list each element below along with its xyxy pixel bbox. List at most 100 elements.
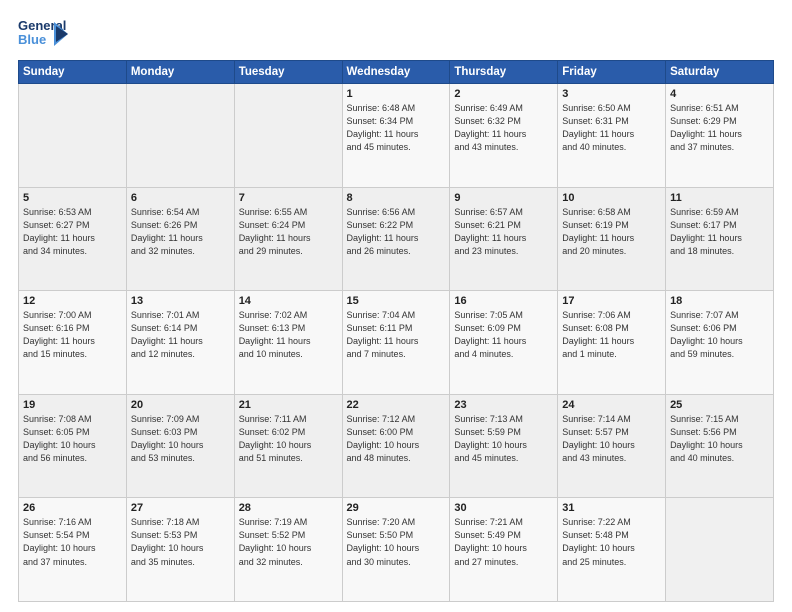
- day-detail: Sunrise: 7:09 AMSunset: 6:03 PMDaylight:…: [131, 413, 230, 465]
- day-number: 8: [347, 192, 446, 204]
- day-detail: Sunrise: 7:19 AMSunset: 5:52 PMDaylight:…: [239, 516, 338, 568]
- calendar-week-4: 19Sunrise: 7:08 AMSunset: 6:05 PMDayligh…: [19, 394, 774, 498]
- day-number: 12: [23, 295, 122, 307]
- calendar-cell: 27Sunrise: 7:18 AMSunset: 5:53 PMDayligh…: [126, 498, 234, 602]
- col-header-monday: Monday: [126, 61, 234, 84]
- day-detail: Sunrise: 6:49 AMSunset: 6:32 PMDaylight:…: [454, 102, 553, 154]
- svg-text:Blue: Blue: [18, 32, 46, 47]
- day-detail: Sunrise: 7:08 AMSunset: 6:05 PMDaylight:…: [23, 413, 122, 465]
- calendar-week-2: 5 Sunrise: 6:53 AMSunset: 6:27 PMDaylight…: [19, 187, 774, 291]
- day-number: 30: [454, 502, 553, 514]
- calendar-cell: 5 Sunrise: 6:53 AMSunset: 6:27 PMDaylight…: [19, 187, 127, 291]
- day-detail: Sunrise: 7:00 AMSunset: 6:16 PMDaylight:…: [23, 309, 122, 361]
- day-detail: Sunrise: 7:21 AMSunset: 5:49 PMDaylight:…: [454, 516, 553, 568]
- calendar-cell: 16Sunrise: 7:05 AMSunset: 6:09 PMDayligh…: [450, 291, 558, 395]
- day-detail: Sunrise: 7:16 AMSunset: 5:54 PMDaylight:…: [23, 516, 122, 568]
- day-detail: Sunrise: 6:58 AMSunset: 6:19 PMDaylight:…: [562, 206, 661, 258]
- calendar-header-row: SundayMondayTuesdayWednesdayThursdayFrid…: [19, 61, 774, 84]
- day-detail: Sunrise: 6:51 AMSunset: 6:29 PMDaylight:…: [670, 102, 769, 154]
- calendar-cell: 14 Sunrise: 7:02 AMSunset: 6:13 PMDayligh…: [234, 291, 342, 395]
- calendar-cell: 18 Sunrise: 7:07 AMSunset: 6:06 PMDayligh…: [666, 291, 774, 395]
- day-detail: Sunrise: 7:20 AMSunset: 5:50 PMDaylight:…: [347, 516, 446, 568]
- calendar-cell: 2Sunrise: 6:49 AMSunset: 6:32 PMDaylight…: [450, 84, 558, 188]
- day-detail: Sunrise: 7:12 AMSunset: 6:00 PMDaylight:…: [347, 413, 446, 465]
- day-number: 24: [562, 399, 661, 411]
- day-number: 6: [131, 192, 230, 204]
- day-number: 22: [347, 399, 446, 411]
- col-header-thursday: Thursday: [450, 61, 558, 84]
- day-number: 7: [239, 192, 338, 204]
- day-detail: Sunrise: 6:53 AMSunset: 6:27 PMDaylight:…: [23, 206, 122, 258]
- day-number: 26: [23, 502, 122, 514]
- day-detail: Sunrise: 7:02 AMSunset: 6:13 PMDaylight:…: [239, 309, 338, 361]
- day-detail: Sunrise: 7:15 AMSunset: 5:56 PMDaylight:…: [670, 413, 769, 465]
- day-number: 11: [670, 192, 769, 204]
- calendar-cell: 10Sunrise: 6:58 AMSunset: 6:19 PMDayligh…: [558, 187, 666, 291]
- calendar-cell: 21 Sunrise: 7:11 AMSunset: 6:02 PMDayligh…: [234, 394, 342, 498]
- calendar-week-5: 26 Sunrise: 7:16 AMSunset: 5:54 PMDayligh…: [19, 498, 774, 602]
- day-detail: Sunrise: 6:59 AMSunset: 6:17 PMDaylight:…: [670, 206, 769, 258]
- calendar-cell: 25 Sunrise: 7:15 AMSunset: 5:56 PMDayligh…: [666, 394, 774, 498]
- calendar-cell: 7 Sunrise: 6:55 AMSunset: 6:24 PMDaylight…: [234, 187, 342, 291]
- calendar-cell: 29 Sunrise: 7:20 AMSunset: 5:50 PMDayligh…: [342, 498, 450, 602]
- col-header-saturday: Saturday: [666, 61, 774, 84]
- day-number: 1: [347, 88, 446, 100]
- col-header-sunday: Sunday: [19, 61, 127, 84]
- col-header-friday: Friday: [558, 61, 666, 84]
- day-number: 29: [347, 502, 446, 514]
- day-number: 5: [23, 192, 122, 204]
- day-detail: Sunrise: 7:06 AMSunset: 6:08 PMDaylight:…: [562, 309, 661, 361]
- calendar-week-3: 12 Sunrise: 7:00 AMSunset: 6:16 PMDayligh…: [19, 291, 774, 395]
- calendar-cell: 20 Sunrise: 7:09 AMSunset: 6:03 PMDayligh…: [126, 394, 234, 498]
- calendar-cell: 15 Sunrise: 7:04 AMSunset: 6:11 PMDayligh…: [342, 291, 450, 395]
- col-header-wednesday: Wednesday: [342, 61, 450, 84]
- day-detail: Sunrise: 7:11 AMSunset: 6:02 PMDaylight:…: [239, 413, 338, 465]
- day-number: 25: [670, 399, 769, 411]
- calendar-cell: 23 Sunrise: 7:13 AMSunset: 5:59 PMDayligh…: [450, 394, 558, 498]
- col-header-tuesday: Tuesday: [234, 61, 342, 84]
- day-number: 3: [562, 88, 661, 100]
- calendar-cell: [126, 84, 234, 188]
- day-detail: Sunrise: 7:14 AMSunset: 5:57 PMDaylight:…: [562, 413, 661, 465]
- day-number: 27: [131, 502, 230, 514]
- calendar-cell: 11 Sunrise: 6:59 AMSunset: 6:17 PMDayligh…: [666, 187, 774, 291]
- day-number: 18: [670, 295, 769, 307]
- day-number: 4: [670, 88, 769, 100]
- calendar-cell: 19Sunrise: 7:08 AMSunset: 6:05 PMDayligh…: [19, 394, 127, 498]
- day-number: 14: [239, 295, 338, 307]
- day-number: 23: [454, 399, 553, 411]
- calendar-cell: [234, 84, 342, 188]
- day-number: 31: [562, 502, 661, 514]
- calendar-cell: 6 Sunrise: 6:54 AMSunset: 6:26 PMDaylight…: [126, 187, 234, 291]
- calendar-cell: 13 Sunrise: 7:01 AMSunset: 6:14 PMDayligh…: [126, 291, 234, 395]
- calendar-cell: 1Sunrise: 6:48 AMSunset: 6:34 PMDaylight…: [342, 84, 450, 188]
- day-detail: Sunrise: 7:01 AMSunset: 6:14 PMDaylight:…: [131, 309, 230, 361]
- day-number: 9: [454, 192, 553, 204]
- day-detail: Sunrise: 7:04 AMSunset: 6:11 PMDaylight:…: [347, 309, 446, 361]
- day-number: 28: [239, 502, 338, 514]
- calendar-cell: 26 Sunrise: 7:16 AMSunset: 5:54 PMDayligh…: [19, 498, 127, 602]
- calendar-cell: 9Sunrise: 6:57 AMSunset: 6:21 PMDaylight…: [450, 187, 558, 291]
- day-detail: Sunrise: 7:13 AMSunset: 5:59 PMDaylight:…: [454, 413, 553, 465]
- calendar-cell: 30 Sunrise: 7:21 AMSunset: 5:49 PMDayligh…: [450, 498, 558, 602]
- day-detail: Sunrise: 7:07 AMSunset: 6:06 PMDaylight:…: [670, 309, 769, 361]
- calendar-table: SundayMondayTuesdayWednesdayThursdayFrid…: [18, 60, 774, 602]
- day-detail: Sunrise: 6:55 AMSunset: 6:24 PMDaylight:…: [239, 206, 338, 258]
- calendar-cell: 17 Sunrise: 7:06 AMSunset: 6:08 PMDayligh…: [558, 291, 666, 395]
- day-number: 17: [562, 295, 661, 307]
- logo: GeneralBlue: [18, 16, 70, 52]
- calendar-cell: 12 Sunrise: 7:00 AMSunset: 6:16 PMDayligh…: [19, 291, 127, 395]
- day-number: 15: [347, 295, 446, 307]
- calendar-cell: 24 Sunrise: 7:14 AMSunset: 5:57 PMDayligh…: [558, 394, 666, 498]
- day-detail: Sunrise: 6:54 AMSunset: 6:26 PMDaylight:…: [131, 206, 230, 258]
- calendar-cell: 28 Sunrise: 7:19 AMSunset: 5:52 PMDayligh…: [234, 498, 342, 602]
- day-number: 20: [131, 399, 230, 411]
- calendar-cell: 8Sunrise: 6:56 AMSunset: 6:22 PMDaylight…: [342, 187, 450, 291]
- day-number: 13: [131, 295, 230, 307]
- calendar-week-1: 1Sunrise: 6:48 AMSunset: 6:34 PMDaylight…: [19, 84, 774, 188]
- calendar-cell: 31Sunrise: 7:22 AMSunset: 5:48 PMDayligh…: [558, 498, 666, 602]
- page: GeneralBlue SundayMondayTuesdayWednesday…: [0, 0, 792, 612]
- day-number: 21: [239, 399, 338, 411]
- calendar-cell: 3Sunrise: 6:50 AMSunset: 6:31 PMDaylight…: [558, 84, 666, 188]
- logo-svg: GeneralBlue: [18, 16, 70, 52]
